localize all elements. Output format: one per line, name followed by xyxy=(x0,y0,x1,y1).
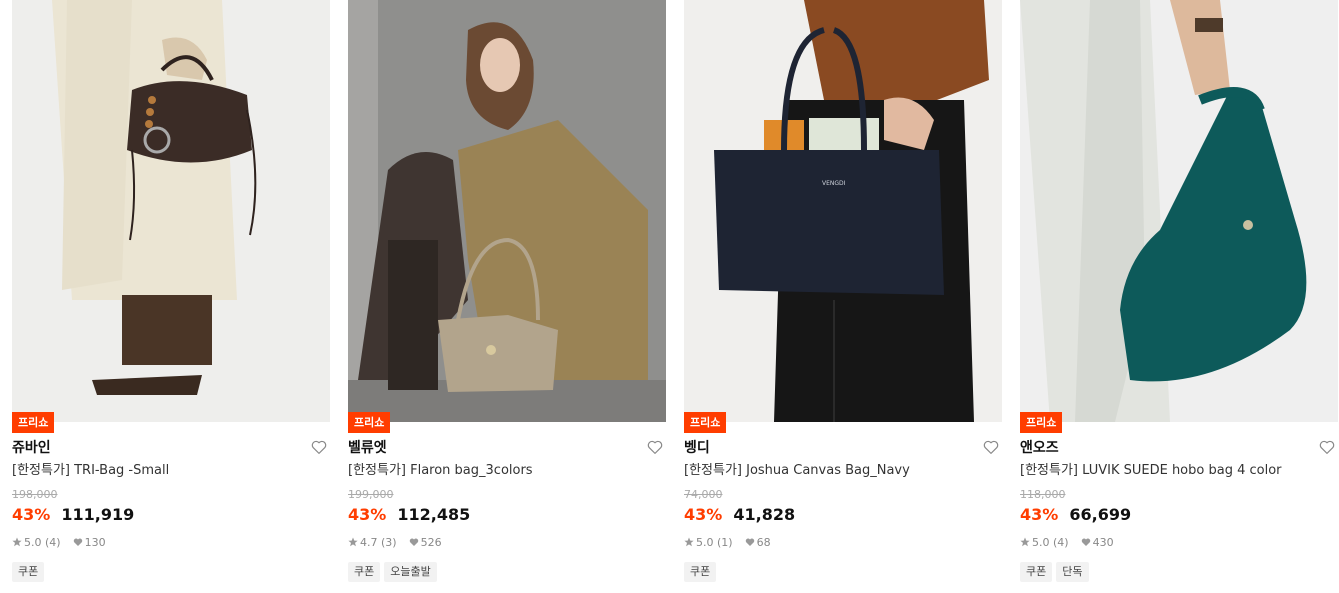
preshow-badge: 프리쇼 xyxy=(684,412,727,433)
sale-price: 111,919 xyxy=(61,505,135,524)
original-price: 118,000 xyxy=(1020,488,1066,501)
heart-outline-icon[interactable] xyxy=(310,438,328,456)
tag-list: 쿠폰 단독 xyxy=(1020,560,1093,582)
star-icon xyxy=(12,537,22,547)
product-card[interactable]: 프리쇼 벨류엣 [한정특가] Flaron bag_3colors 199,00… xyxy=(348,0,666,593)
sale-price: 112,485 xyxy=(397,505,471,524)
rating-text: 4.7 (3) xyxy=(360,536,397,549)
brand-name[interactable]: 벨류엣 xyxy=(348,440,387,456)
preshow-badge: 프리쇼 xyxy=(348,412,391,433)
review-meta: 5.0 (4) 430 xyxy=(1020,535,1114,551)
ships-today-tag: 오늘출발 xyxy=(384,562,437,582)
sale-price: 66,699 xyxy=(1069,505,1132,524)
coupon-tag: 쿠폰 xyxy=(12,562,45,582)
discount-rate: 43% xyxy=(1020,505,1059,524)
heart-filled-icon xyxy=(409,537,419,547)
exclusive-tag: 단독 xyxy=(1056,562,1089,582)
coupon-tag: 쿠폰 xyxy=(348,562,381,582)
product-name[interactable]: [한정특가] LUVIK SUEDE hobo bag 4 color xyxy=(1020,462,1338,480)
brand-row: 벨류엣 xyxy=(348,437,666,457)
product-card[interactable]: 프리쇼 앤오즈 [한정특가] LUVIK SUEDE hobo bag 4 co… xyxy=(1020,0,1338,593)
original-price: 199,000 xyxy=(348,488,394,501)
brand-row: 쥬바인 xyxy=(12,437,330,457)
star-icon xyxy=(684,537,694,547)
discount-rate: 43% xyxy=(684,505,723,524)
tag-list: 쿠폰 오늘출발 xyxy=(348,560,441,582)
star-icon xyxy=(1020,537,1030,547)
price-row: 43% 111,919 xyxy=(12,505,134,525)
review-meta: 5.0 (4) 130 xyxy=(12,535,106,551)
product-image[interactable] xyxy=(348,0,666,422)
heart-filled-icon xyxy=(745,537,755,547)
preshow-badge: 프리쇼 xyxy=(12,412,55,433)
brand-name[interactable]: 앤오즈 xyxy=(1020,440,1059,456)
sale-price: 41,828 xyxy=(733,505,796,524)
heart-outline-icon[interactable] xyxy=(646,438,664,456)
rating-text: 5.0 (1) xyxy=(696,536,733,549)
svg-text:VENGDI: VENGDI xyxy=(822,180,846,187)
star-icon xyxy=(348,537,358,547)
review-meta: 4.7 (3) 526 xyxy=(348,535,442,551)
preshow-badge: 프리쇼 xyxy=(1020,412,1063,433)
product-grid: 프리쇼 쥬바인 [한정특가] TRI-Bag -Small 198,000 43… xyxy=(0,0,1339,593)
product-name[interactable]: [한정특가] Joshua Canvas Bag_Navy xyxy=(684,462,1002,480)
brand-row: 벵디 xyxy=(684,437,1002,457)
brand-name[interactable]: 벵디 xyxy=(684,440,710,456)
product-image[interactable] xyxy=(12,0,330,422)
product-image[interactable] xyxy=(1020,0,1338,422)
brand-name[interactable]: 쥬바인 xyxy=(12,440,51,456)
heart-outline-icon[interactable] xyxy=(982,438,1000,456)
original-price: 74,000 xyxy=(684,488,723,501)
price-row: 43% 66,699 xyxy=(1020,505,1131,525)
review-meta: 5.0 (1) 68 xyxy=(684,535,771,551)
tag-list: 쿠폰 xyxy=(684,560,720,582)
like-count: 130 xyxy=(84,536,106,549)
like-count: 430 xyxy=(1092,536,1114,549)
brand-row: 앤오즈 xyxy=(1020,437,1338,457)
price-row: 43% 112,485 xyxy=(348,505,470,525)
coupon-tag: 쿠폰 xyxy=(684,562,717,582)
like-count: 68 xyxy=(756,536,771,549)
heart-filled-icon xyxy=(1081,537,1091,547)
coupon-tag: 쿠폰 xyxy=(1020,562,1053,582)
tag-list: 쿠폰 xyxy=(12,560,48,582)
product-card[interactable]: VENGDI 프리쇼 벵디 [한정특가] Joshua Canvas Bag_N… xyxy=(684,0,1002,593)
like-count: 526 xyxy=(420,536,442,549)
discount-rate: 43% xyxy=(348,505,387,524)
product-name[interactable]: [한정특가] TRI-Bag -Small xyxy=(12,462,330,480)
rating-text: 5.0 (4) xyxy=(24,536,61,549)
heart-outline-icon[interactable] xyxy=(1318,438,1336,456)
product-card[interactable]: 프리쇼 쥬바인 [한정특가] TRI-Bag -Small 198,000 43… xyxy=(12,0,330,593)
discount-rate: 43% xyxy=(12,505,51,524)
product-name[interactable]: [한정특가] Flaron bag_3colors xyxy=(348,462,666,480)
heart-filled-icon xyxy=(73,537,83,547)
price-row: 43% 41,828 xyxy=(684,505,795,525)
rating-text: 5.0 (4) xyxy=(1032,536,1069,549)
original-price: 198,000 xyxy=(12,488,58,501)
product-image[interactable]: VENGDI xyxy=(684,0,1002,422)
